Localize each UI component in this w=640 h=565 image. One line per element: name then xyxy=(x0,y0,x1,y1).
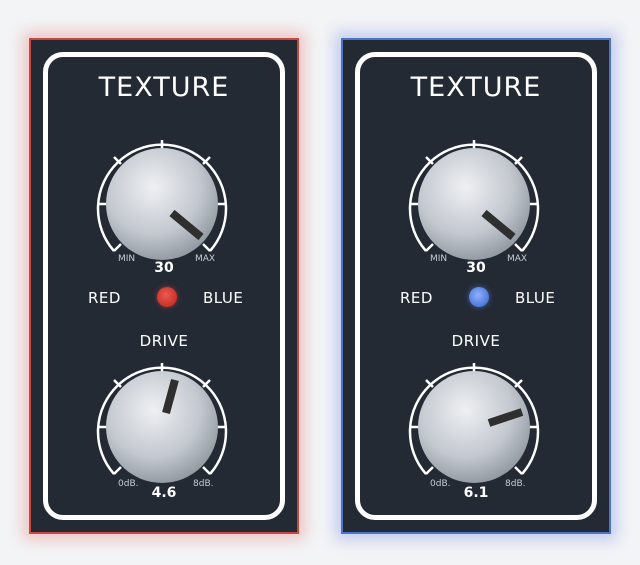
texture-panel-blue: TEXTURE MIN MAX 30 RED BLUE DRIVE 0dB. 8… xyxy=(341,38,611,534)
panel-title: TEXTURE xyxy=(98,72,230,103)
toggle-red-label[interactable]: RED xyxy=(88,289,121,307)
mode-led[interactable] xyxy=(469,287,489,307)
drive-label: DRIVE xyxy=(139,332,189,350)
mode-led[interactable] xyxy=(157,287,177,307)
texture-panel-red: TEXTURE MIN MAX 30 RED BLUE DRIVE 0dB. 8… xyxy=(29,38,299,534)
texture-knob-graphic[interactable] xyxy=(404,134,544,274)
toggle-blue-label[interactable]: BLUE xyxy=(515,289,555,307)
toggle-red-label[interactable]: RED xyxy=(400,289,433,307)
drive-knob[interactable] xyxy=(92,357,232,497)
drive-knob[interactable] xyxy=(404,357,544,497)
toggle-blue-label[interactable]: BLUE xyxy=(203,289,243,307)
drive-knob-graphic[interactable] xyxy=(92,357,232,497)
texture-knob[interactable] xyxy=(404,134,544,274)
texture-knob-graphic[interactable] xyxy=(92,134,232,274)
drive-value: 6.1 xyxy=(463,485,489,501)
knob-body[interactable] xyxy=(418,371,530,483)
knob-body[interactable] xyxy=(418,148,530,260)
drive-label: DRIVE xyxy=(451,332,501,350)
texture-value: 30 xyxy=(466,260,486,276)
texture-knob[interactable] xyxy=(92,134,232,274)
panel-title: TEXTURE xyxy=(410,72,542,103)
texture-value: 30 xyxy=(154,260,174,276)
knob-body[interactable] xyxy=(106,148,218,260)
drive-value: 4.6 xyxy=(151,485,177,501)
drive-knob-graphic[interactable] xyxy=(404,357,544,497)
knob-body[interactable] xyxy=(106,371,218,483)
